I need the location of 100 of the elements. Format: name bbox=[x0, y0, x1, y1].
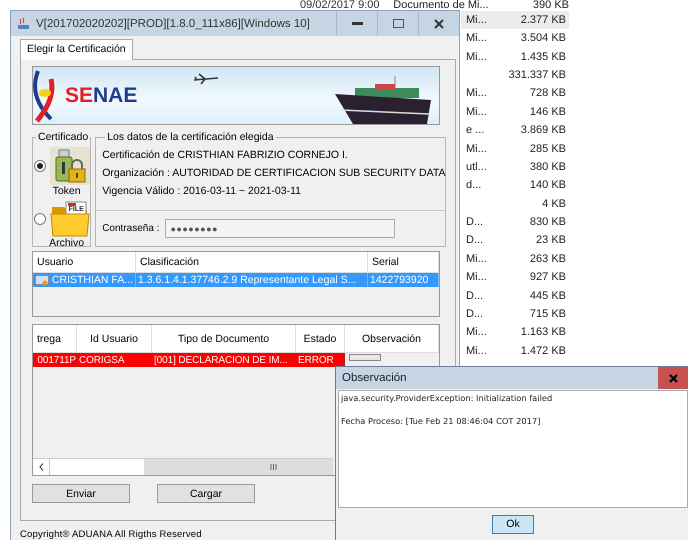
close-icon[interactable] bbox=[668, 374, 678, 382]
scroll-left-icon[interactable] bbox=[38, 463, 44, 471]
copyright-text: Copyright® ADUANA All Rigths Reserved bbox=[20, 529, 203, 540]
file-row[interactable]: Mi... 927 KB bbox=[461, 268, 569, 286]
file-size: 830 KB bbox=[528, 216, 566, 228]
detail-text: Organización : AUTORIDAD DE CERTIFICACION SUB SECURITY DATA bbox=[102, 167, 446, 179]
file-row[interactable]: 09/02/2017 9:00 Documento de Mi... 390 KB bbox=[290, 0, 569, 10]
file-type: Mi... bbox=[466, 87, 488, 100]
detail-text: Vigencia Válido : 2016-03-11 ~ 2021-03-11 bbox=[102, 185, 302, 197]
file-size: 3.504 KB bbox=[520, 32, 566, 44]
table-cell: [001] DECLARACION DE IM... bbox=[152, 353, 296, 367]
column-header[interactable]: Observación bbox=[345, 325, 439, 352]
column-header[interactable]: trega bbox=[33, 325, 77, 352]
file-type: d... bbox=[466, 179, 482, 192]
ok-button[interactable]: Ok bbox=[492, 514, 534, 534]
table-cell: CRISTHIAN FA... bbox=[52, 274, 133, 286]
column-header[interactable]: Estado bbox=[296, 325, 345, 352]
column-header[interactable]: Clasificación bbox=[136, 252, 368, 272]
file-row[interactable]: d... 140 KB bbox=[461, 176, 569, 194]
file-type: e ... bbox=[466, 124, 486, 136]
folder-icon bbox=[50, 201, 90, 237]
file-row[interactable]: utl... 380 KB bbox=[461, 158, 569, 176]
file-date: 09/02/2017 9:00 bbox=[299, 0, 381, 10]
maximize-icon[interactable] bbox=[392, 19, 404, 28]
radio-label[interactable]: Token bbox=[34, 185, 90, 197]
cell-button[interactable] bbox=[349, 354, 381, 361]
certificate-icon bbox=[35, 274, 49, 286]
dialog-title: Observación bbox=[341, 372, 408, 384]
logo-emblem-icon bbox=[33, 68, 55, 122]
file-type: Mi... bbox=[466, 271, 488, 284]
file-size: 927 KB bbox=[528, 271, 566, 284]
column-header[interactable]: Serial bbox=[368, 252, 439, 272]
file-row[interactable]: 4 KB bbox=[461, 194, 569, 213]
action-button[interactable]: Enviar bbox=[32, 484, 130, 503]
table-cell: CORIGSA bbox=[77, 353, 152, 367]
file-row[interactable]: Mi... 2.377 KB bbox=[461, 10, 569, 29]
file-type: Mi... bbox=[466, 14, 488, 26]
detail-text: Certificación de CRISTHIAN FABRIZIO CORNEJO I. bbox=[102, 149, 349, 161]
grip-icon bbox=[270, 464, 277, 470]
table-cell: 001711P bbox=[33, 353, 77, 367]
close-icon[interactable] bbox=[434, 18, 444, 28]
minimize-icon[interactable] bbox=[352, 22, 362, 25]
file-type: utl... bbox=[466, 160, 488, 173]
file-row[interactable]: D... 445 KB bbox=[461, 286, 569, 305]
file-row[interactable]: Mi... 1.163 KB bbox=[461, 323, 569, 342]
radio-label[interactable]: Archivo bbox=[34, 237, 90, 249]
column-header[interactable]: Usuario bbox=[33, 252, 136, 272]
group-title: Certificado bbox=[37, 131, 90, 143]
message-text: java.security.ProviderException: Initialization failed bbox=[341, 393, 554, 403]
file-row[interactable]: Mi... 146 KB bbox=[461, 102, 569, 121]
file-size: 285 KB bbox=[528, 142, 566, 155]
horizontal-scrollbar[interactable] bbox=[33, 458, 333, 475]
file-row[interactable]: Mi... 1.472 KB bbox=[461, 342, 569, 360]
password-field[interactable]: ●●●●●●●● bbox=[165, 219, 396, 238]
file-type: Mi... bbox=[466, 326, 488, 338]
file-type: Mi... bbox=[466, 106, 488, 118]
file-size: 1.163 KB bbox=[520, 326, 566, 338]
file-type: Mi... bbox=[466, 252, 488, 265]
radio-button[interactable] bbox=[34, 213, 46, 225]
column-header[interactable]: Id Usuario bbox=[77, 325, 152, 352]
file-row[interactable]: D... 830 KB bbox=[461, 212, 569, 232]
file-row[interactable]: D... 715 KB bbox=[461, 304, 569, 324]
file-type: Mi... bbox=[466, 50, 488, 63]
airplane-icon bbox=[193, 73, 219, 85]
file-row[interactable]: D... 23 KB bbox=[461, 231, 569, 250]
file-row[interactable]: Mi... 728 KB bbox=[461, 84, 569, 103]
file-type: D... bbox=[466, 216, 484, 228]
radio-button[interactable] bbox=[34, 160, 46, 172]
file-row[interactable]: 331.337 KB bbox=[461, 66, 569, 84]
message-text: Fecha Proceso: [Tue Feb 21 08:46:04 COT 2017] bbox=[341, 416, 542, 426]
usb-token-icon bbox=[50, 147, 90, 185]
file-row[interactable]: e ... 3.869 KB bbox=[461, 120, 569, 140]
file-size: 263 KB bbox=[528, 252, 566, 265]
column-header[interactable]: Tipo de Documento bbox=[152, 325, 296, 352]
file-row[interactable]: Mi... 3.504 KB bbox=[461, 28, 569, 48]
file-row[interactable]: Mi... 1.435 KB bbox=[461, 47, 569, 66]
file-size: 380 KB bbox=[528, 160, 566, 173]
file-type: D... bbox=[466, 234, 484, 246]
file-row[interactable]: Mi... 285 KB bbox=[461, 139, 569, 158]
file-size: 1.435 KB bbox=[520, 50, 566, 63]
action-button[interactable]: Cargar bbox=[157, 484, 255, 503]
file-size: 23 KB bbox=[535, 234, 566, 246]
table-cell: 1.3.6.1.4.1.37746.2.9 Representante Legal S... bbox=[138, 274, 356, 286]
app-icon bbox=[17, 16, 31, 30]
file-size: 3.869 KB bbox=[520, 124, 566, 136]
file-size: 140 KB bbox=[528, 179, 566, 192]
file-type: Documento de Mi... bbox=[393, 0, 490, 10]
table-cell: 1422793920 bbox=[370, 274, 428, 286]
file-type: D... bbox=[466, 290, 484, 302]
file-size: 1.472 KB bbox=[520, 344, 566, 357]
tab[interactable]: Elegir la Certificación bbox=[20, 39, 133, 60]
file-row[interactable]: Mi... 263 KB bbox=[461, 250, 569, 268]
file-size: 146 KB bbox=[528, 106, 566, 118]
file-size: 390 KB bbox=[532, 0, 569, 10]
file-size: 715 KB bbox=[528, 308, 566, 320]
window-title: V[201702020202][PROD][1.8.0_111x86][Windows 10] bbox=[36, 18, 310, 30]
file-size: 2.377 KB bbox=[520, 14, 566, 26]
file-size: 331.337 KB bbox=[508, 68, 566, 81]
file-size: 4 KB bbox=[541, 198, 566, 210]
field-label: Contraseña : bbox=[102, 223, 160, 234]
